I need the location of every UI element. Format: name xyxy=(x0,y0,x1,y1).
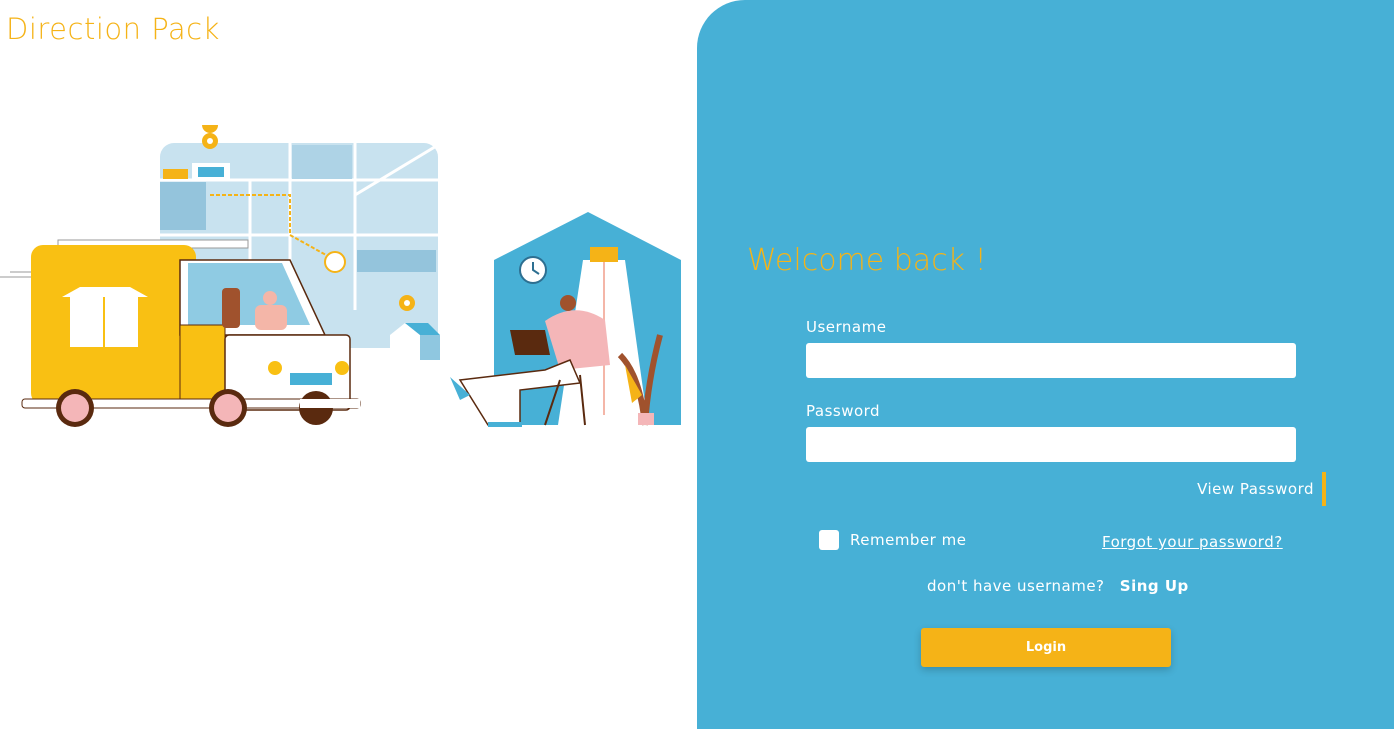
login-button[interactable]: Login xyxy=(921,628,1171,667)
remember-me-label: Remember me xyxy=(850,531,967,549)
forgot-password-link[interactable]: Forgot your password? xyxy=(1102,533,1283,551)
password-label: Password xyxy=(806,402,881,420)
username-input[interactable] xyxy=(806,343,1296,378)
signup-link[interactable]: Sing Up xyxy=(1120,577,1189,595)
laptop xyxy=(510,330,550,355)
view-password-toggle[interactable]: View Password xyxy=(1197,472,1326,506)
remember-me-checkbox[interactable] xyxy=(819,530,839,550)
map-block xyxy=(292,145,352,179)
login-panel: Welcome back ! Username Password View Pa… xyxy=(697,0,1394,729)
no-account-text: don't have username? xyxy=(927,577,1105,595)
welcome-heading: Welcome back ! xyxy=(747,243,987,278)
username-label: Username xyxy=(806,318,887,336)
map-block-right xyxy=(357,250,436,272)
remember-me-row: Remember me xyxy=(819,530,966,550)
password-input[interactable] xyxy=(806,427,1296,462)
map-block-dotted xyxy=(160,182,206,230)
brand-title: Direction Pack xyxy=(6,12,220,46)
signup-row: don't have username? Sing Up xyxy=(927,577,1189,595)
boxes xyxy=(163,169,188,179)
delivery-illustration xyxy=(0,125,681,427)
lamp xyxy=(590,247,618,262)
view-password-label: View Password xyxy=(1197,480,1314,498)
driver xyxy=(222,288,240,328)
clock-marker xyxy=(324,251,346,273)
